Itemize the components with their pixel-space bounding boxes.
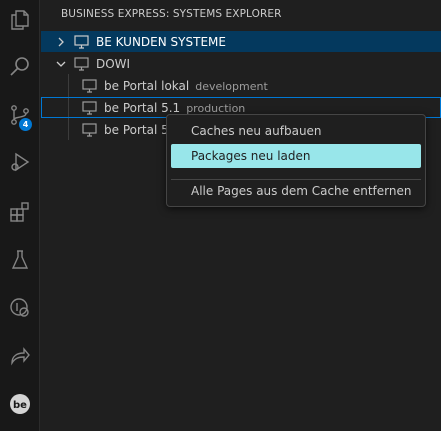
- tree-item-be-portal-lokal[interactable]: be Portal lokal development: [41, 75, 441, 96]
- context-menu: Caches neu aufbauen Packages neu laden A…: [166, 114, 426, 207]
- tree-item-label: DOWI: [96, 56, 131, 71]
- tree-item-label: be Portal lokal: [104, 78, 190, 93]
- chevron-right-icon: [58, 37, 64, 46]
- monitor-icon: [82, 122, 97, 137]
- tree-item-label-group: be Portal lokal development: [104, 79, 268, 93]
- tree-item-dowi[interactable]: DOWI: [41, 53, 441, 74]
- monitor-icon: [74, 56, 89, 71]
- tree-item-label: be Portal 5.1: [104, 100, 181, 115]
- monitor-icon: [74, 34, 89, 49]
- tree-item-description: production: [186, 101, 246, 115]
- remote-explorer-icon[interactable]: [0, 288, 40, 328]
- monitor-icon: [82, 100, 97, 115]
- source-control-badge: 4: [19, 118, 32, 131]
- chevron-down-icon: [56, 61, 66, 67]
- menu-item-caches-neu-aufbauen[interactable]: Caches neu aufbauen: [171, 119, 421, 143]
- tree-item-label: BE KUNDEN SYSTEME: [96, 34, 226, 49]
- menu-item-alle-pages-entfernen[interactable]: Alle Pages aus dem Cache entfernen: [171, 179, 421, 203]
- activity-bar: 4 be: [0, 0, 40, 431]
- systems-explorer-view: BUSINESS EXPRESS: SYSTEMS EXPLORER BE KU…: [41, 0, 441, 431]
- search-icon[interactable]: [0, 47, 40, 87]
- menu-item-packages-neu-laden[interactable]: Packages neu laden: [171, 144, 421, 168]
- extensions-icon[interactable]: [0, 192, 40, 232]
- monitor-icon: [82, 78, 97, 93]
- business-express-icon[interactable]: be: [0, 384, 40, 424]
- tree-item-be-kunden-systeme[interactable]: BE KUNDEN SYSTEME: [41, 31, 441, 52]
- live-share-icon[interactable]: [0, 336, 40, 376]
- explorer-icon[interactable]: [0, 0, 40, 40]
- svg-text:be: be: [13, 400, 27, 411]
- tree-item-label: be Portal 5: [104, 122, 169, 137]
- view-title: BUSINESS EXPRESS: SYSTEMS EXPLORER: [61, 8, 282, 20]
- run-debug-icon[interactable]: [0, 142, 40, 182]
- testing-icon[interactable]: [0, 240, 40, 280]
- tree-item-label-group: be Portal 5.1 production: [104, 101, 245, 115]
- tree-item-description: development: [195, 79, 268, 93]
